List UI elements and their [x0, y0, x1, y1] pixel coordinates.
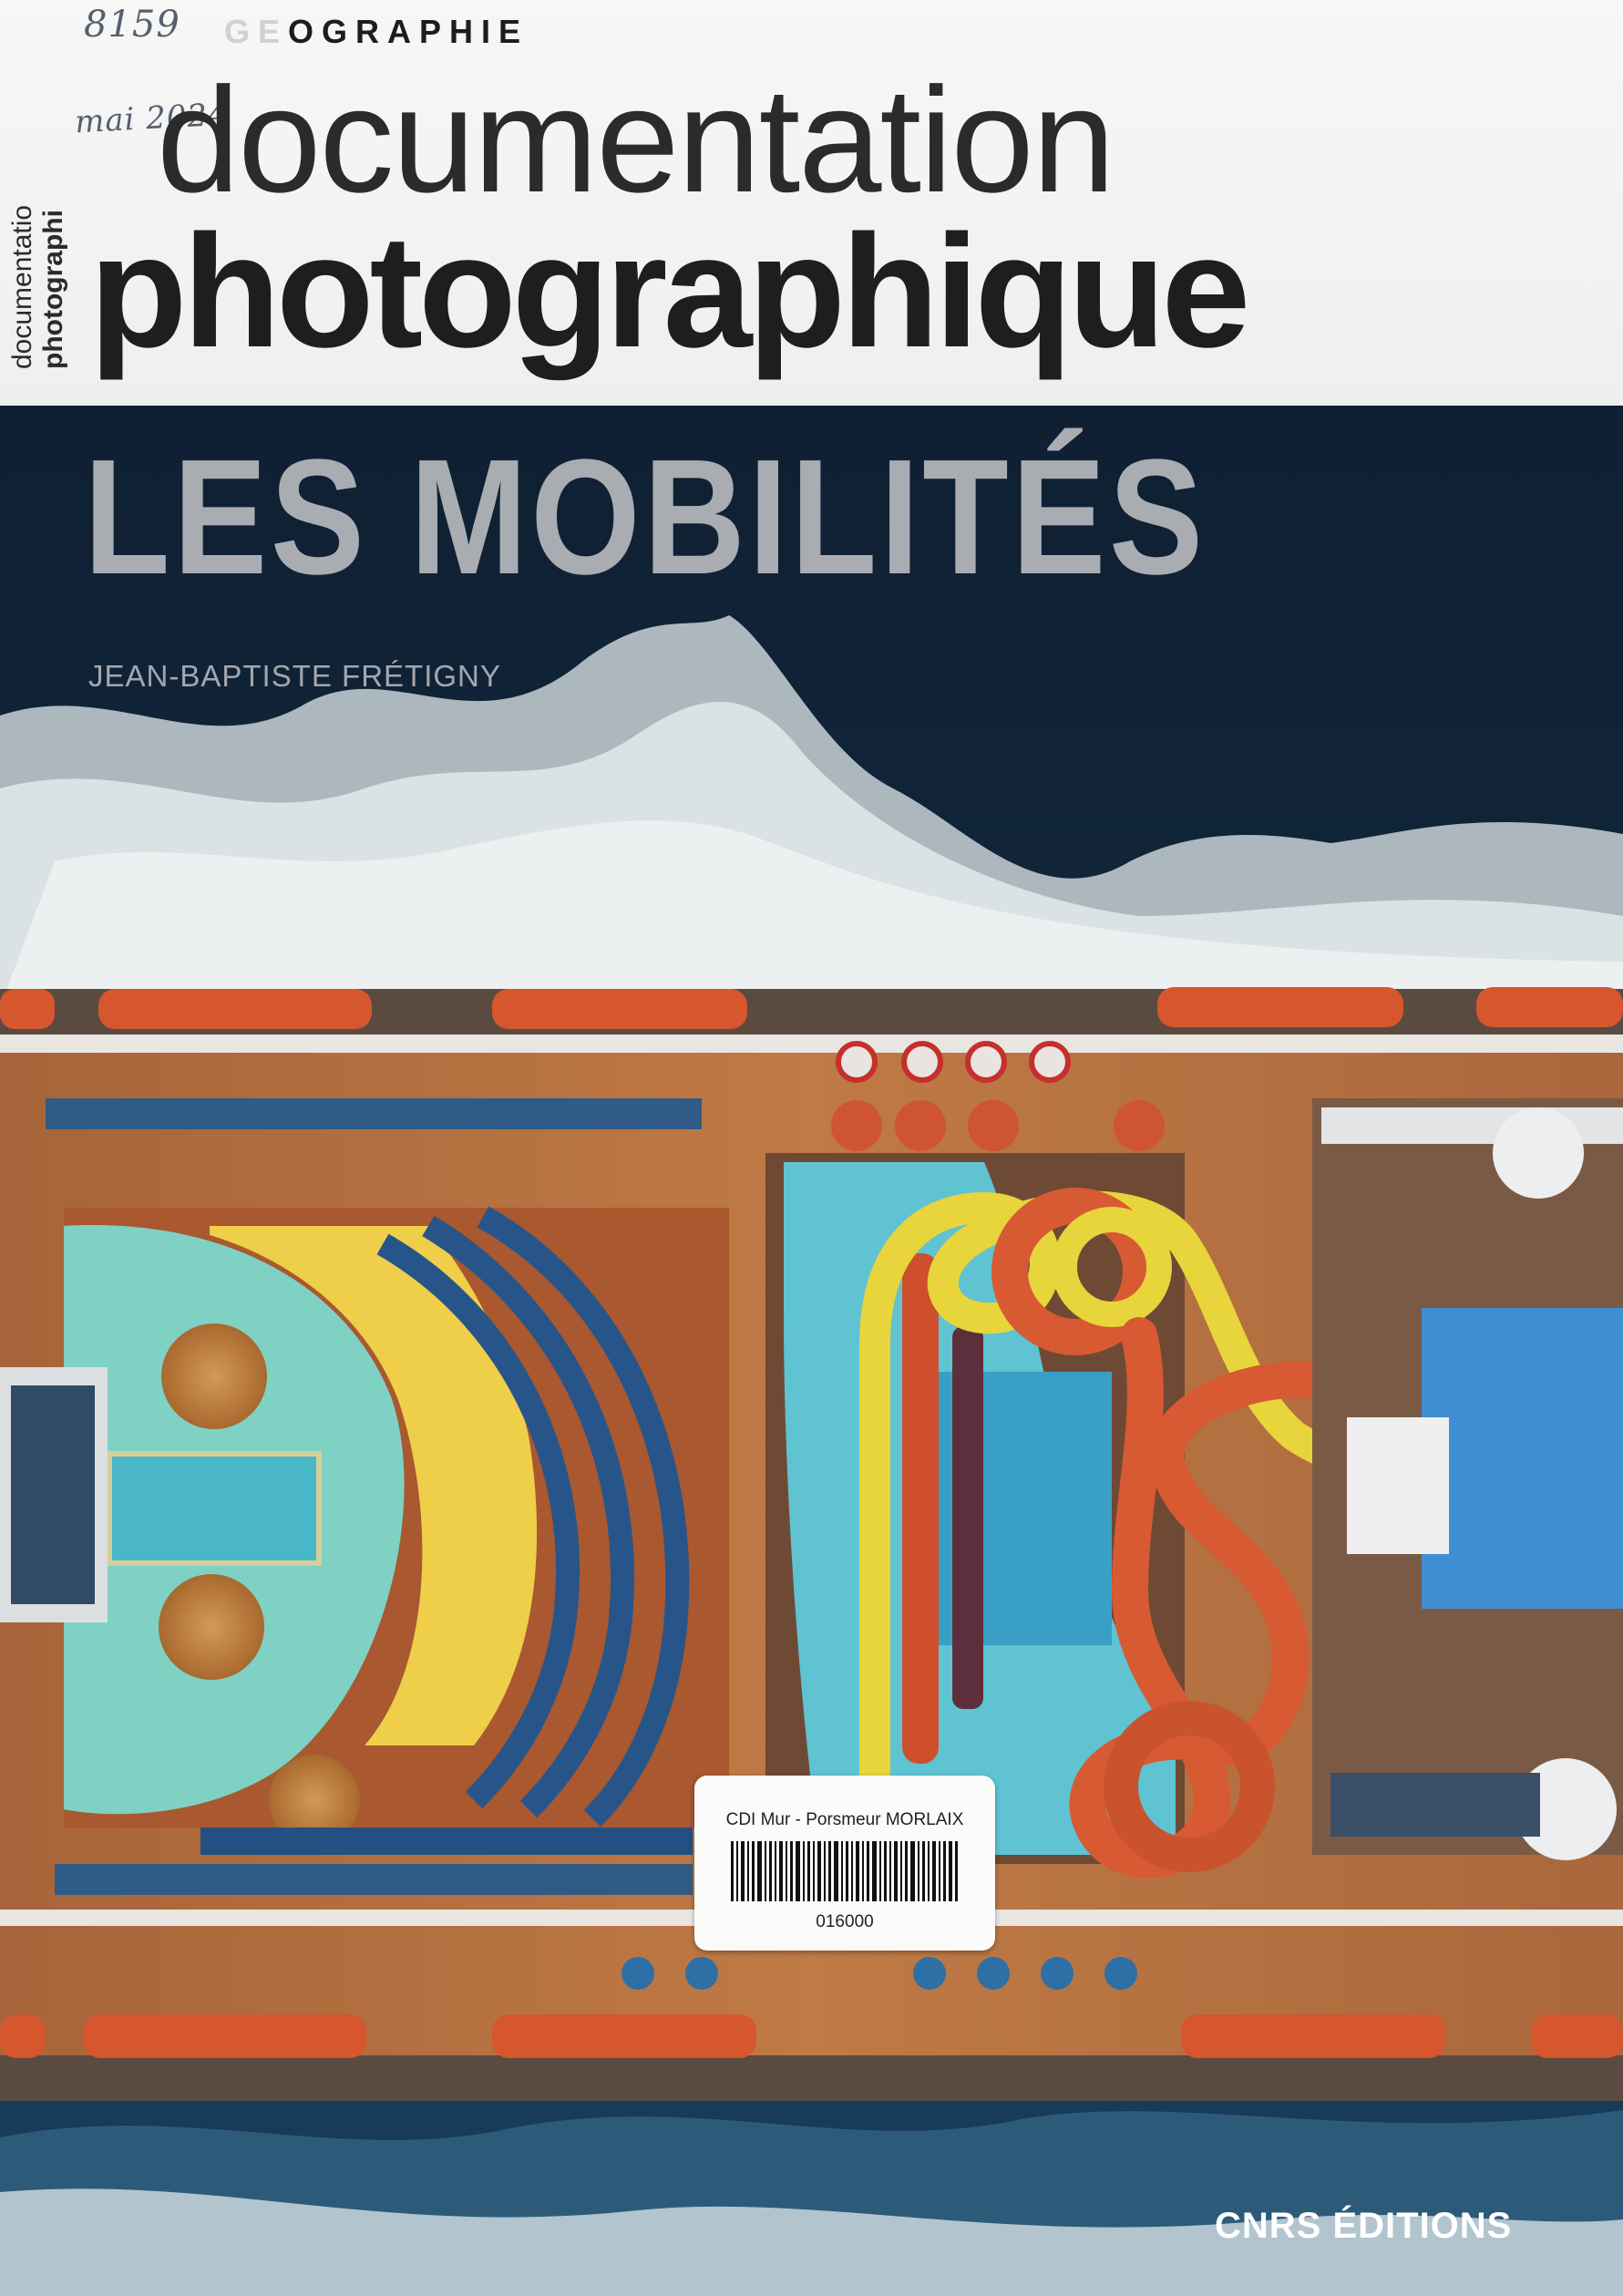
blue-parasol	[621, 1957, 654, 1990]
author-name: JEAN-BAPTISTE FRÉTIGNY	[88, 659, 501, 693]
library-owner-label: CDI Mur - Porsmeur MORLAIX	[725, 1810, 964, 1829]
dark-slide-straight	[952, 1326, 983, 1709]
section-label-faded: GE	[224, 13, 289, 50]
handwritten-number: 8159	[84, 4, 180, 46]
barcode-number: 016000	[816, 1912, 874, 1931]
blue-pool-right	[1422, 1308, 1623, 1609]
lifeboat	[492, 989, 747, 1029]
blue-parasol	[1104, 1957, 1137, 1990]
blue-parasol	[1041, 1957, 1073, 1990]
barcode	[731, 1841, 958, 1901]
striped-parasol	[901, 1041, 943, 1083]
blue-parasol	[977, 1957, 1010, 1990]
lifeboat	[492, 2014, 756, 2058]
spine-line-2: photographi	[38, 210, 68, 369]
section-label: GEOGRAPHIE	[224, 13, 529, 51]
lifeboat	[84, 2014, 366, 2058]
lifeboat	[98, 989, 372, 1029]
red-parasol	[895, 1100, 946, 1151]
radar-dome	[1493, 1107, 1584, 1199]
blue-parasol	[913, 1957, 946, 1990]
deck-rail-top	[0, 1035, 1623, 1053]
lounger-row	[200, 1828, 693, 1855]
striped-parasol	[1029, 1041, 1071, 1083]
parasol	[159, 1574, 264, 1680]
lifeboat	[1157, 987, 1403, 1027]
red-slide-straight	[902, 1253, 939, 1764]
lifeboat	[0, 989, 55, 1029]
lounger-row	[46, 1098, 702, 1129]
swimming-pool	[107, 1451, 322, 1566]
masthead-line-2: photographique	[89, 202, 1250, 381]
red-parasol	[831, 1100, 882, 1151]
striped-parasol	[965, 1041, 1007, 1083]
cover-title: LES MOBILITÉS	[84, 426, 1207, 609]
deck-structure-left-inner	[11, 1385, 95, 1604]
lifeboat	[1181, 2014, 1445, 2058]
publisher-logo: CNRS ÉDITIONS	[1215, 2206, 1513, 2246]
spine-line-1: documentatio	[7, 204, 37, 369]
white-block	[1347, 1417, 1449, 1554]
magazine-cover: 8159 mai 2024 GEOGRAPHIE documentatio ph…	[0, 0, 1623, 2296]
lifeboat	[0, 2014, 46, 2058]
red-parasol	[1114, 1100, 1165, 1151]
blue-parasol	[685, 1957, 718, 1990]
library-barcode-sticker: CDI Mur - Porsmeur MORLAIX 016000	[694, 1776, 995, 1951]
striped-parasol	[836, 1041, 878, 1083]
cover-header: 8159 mai 2024 GEOGRAPHIE documentatio ph…	[0, 0, 1623, 406]
waterpark-inner	[911, 1372, 1112, 1645]
parasol	[161, 1323, 267, 1429]
masthead-line-1: documentation	[157, 57, 1115, 223]
lifeboat	[1476, 987, 1623, 1027]
lifeboat	[1531, 2014, 1623, 2058]
spine-text: documentatio photographi	[7, 5, 80, 369]
red-parasol	[968, 1100, 1019, 1151]
section-label-visible: OGRAPHIE	[288, 13, 529, 50]
deck-walkway-right	[1330, 1773, 1540, 1837]
lounger-row	[55, 1864, 693, 1895]
